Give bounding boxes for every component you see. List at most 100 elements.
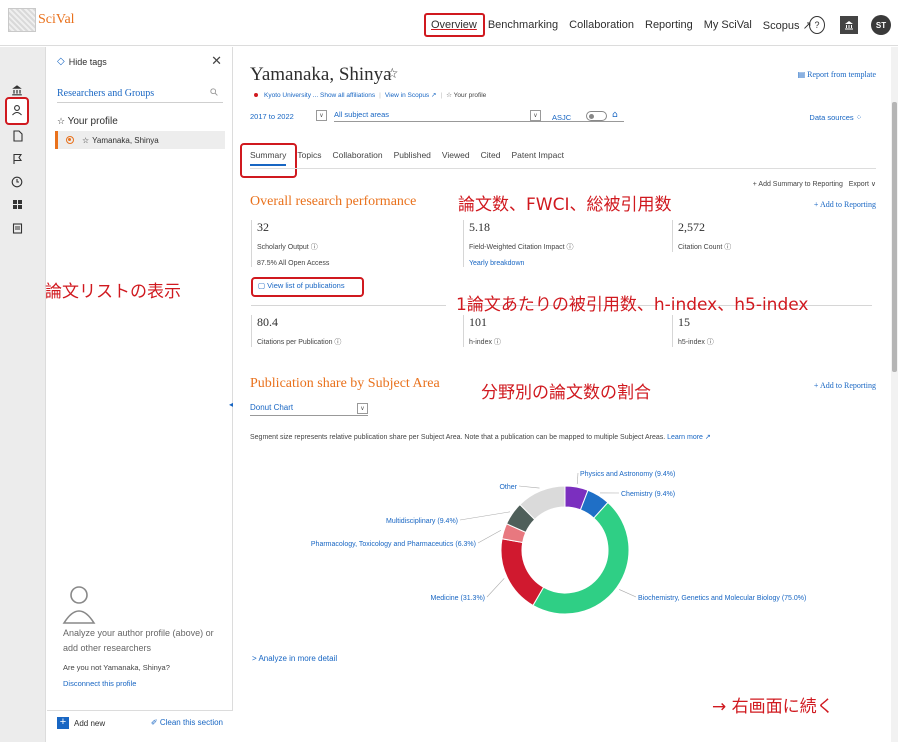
chevron-down-icon[interactable]: ∨ [357, 403, 368, 414]
nav-reporting[interactable]: Reporting [645, 19, 693, 32]
tab-viewed[interactable]: Viewed [442, 150, 470, 166]
tab-cited[interactable]: Cited [481, 150, 501, 166]
scroll-thumb[interactable] [892, 102, 897, 372]
affiliation-link[interactable]: Kyoto University ... Show all affiliatio… [264, 92, 375, 99]
donut-label[interactable]: Physics and Astronomy (9.4%) [580, 471, 675, 478]
year-range-select[interactable]: 2017 to 2022 [250, 112, 294, 121]
clean-section-label: Clean this section [159, 718, 223, 727]
add-new-button[interactable]: + Add new [57, 717, 105, 729]
grid-icon[interactable] [10, 199, 24, 213]
view-list-of-publications-link[interactable]: ▢ View list of publications [258, 281, 345, 290]
data-sources-label: Data sources [809, 113, 854, 122]
nav-my-scival[interactable]: My SciVal [704, 19, 752, 32]
analyze-more-link[interactable]: > Analyze in more detail [252, 654, 337, 663]
close-icon[interactable]: ✕ [211, 53, 222, 69]
subject-area-select[interactable]: All subject areas [334, 110, 624, 122]
affiliation-row: Kyoto University ... Show all affiliatio… [254, 91, 486, 99]
document-icon[interactable] [10, 130, 24, 144]
user-icon[interactable] [10, 104, 24, 118]
avatar[interactable]: ST [871, 15, 891, 35]
donut-segment[interactable] [532, 501, 630, 615]
calendar-icon[interactable] [10, 222, 24, 236]
plus-icon: + [57, 717, 69, 729]
scival-logo[interactable]: SciVal [8, 8, 75, 32]
classification-toggle[interactable] [586, 111, 607, 121]
chevron-down-icon[interactable]: ∨ [316, 110, 327, 121]
nav-collaboration[interactable]: Collaboration [569, 19, 634, 32]
metric-label[interactable]: Citation Count ⓘ [678, 242, 872, 252]
view-list-label: View list of publications [267, 281, 345, 290]
segment-note: Segment size represents relative publica… [250, 433, 711, 441]
nav-benchmarking[interactable]: Benchmarking [488, 19, 558, 32]
donut-leader-line [459, 511, 510, 521]
profile-list-item[interactable]: ☆ Yamanaka, Shinya [55, 131, 225, 149]
metric-label[interactable]: Field-Weighted Citation Impact ⓘ [469, 242, 663, 252]
divider [251, 305, 446, 306]
donut-label[interactable]: Biochemistry, Genetics and Molecular Bio… [638, 595, 806, 602]
donut-label[interactable]: Medicine (31.3%) [431, 595, 485, 602]
add-to-reporting-overall[interactable]: + Add to Reporting [814, 200, 876, 209]
clean-section-button[interactable]: ✐ Clean this section [151, 718, 223, 727]
chart-type-select[interactable]: Donut Chart ∨ [250, 403, 368, 416]
metric-label[interactable]: h5-index ⓘ [678, 337, 872, 347]
add-to-reporting-subject[interactable]: + Add to Reporting [814, 381, 876, 390]
favorite-star-icon[interactable]: ☆ [386, 66, 399, 82]
annotation-list: 論文リストの表示 [45, 282, 181, 302]
add-summary-to-reporting[interactable]: + Add Summary to Reporting [753, 181, 843, 188]
elsevier-logo-icon [8, 8, 36, 32]
institution-icon[interactable] [10, 84, 24, 98]
donut-chart: Physics and Astronomy (9.4%) Chemistry (9… [311, 471, 806, 615]
clock-icon[interactable] [10, 176, 24, 190]
segment-note-text: Segment size represents relative publica… [250, 434, 666, 441]
radio-selected-icon[interactable] [66, 136, 74, 144]
annotation-per-paper: 1論文あたりの被引用数、h-index、h5-index [456, 295, 809, 315]
report-from-template-link[interactable]: ▤ Report from template [798, 70, 876, 79]
donut-label[interactable]: Pharmacology, Toxicology and Pharmaceuti… [311, 541, 476, 548]
search-icon[interactable] [210, 88, 218, 98]
tab-topics[interactable]: Topics [297, 150, 321, 166]
tab-published[interactable]: Published [394, 150, 431, 166]
annotation-continue: → 右画面に続く [712, 697, 834, 717]
metric-label[interactable]: Scholarly Output ⓘ [257, 242, 451, 252]
export-button[interactable]: Export ∨ [849, 181, 876, 188]
view-in-scopus-link[interactable]: View in Scopus ↗ [385, 92, 437, 99]
help-icon[interactable]: ? [809, 16, 825, 34]
top-bar: SciVal Overview Benchmarking Collaborati… [0, 0, 898, 46]
donut-label[interactable]: Other [499, 484, 517, 491]
flag-icon[interactable] [10, 153, 24, 167]
yearly-breakdown-link[interactable]: Yearly breakdown [469, 260, 663, 267]
institution-icon[interactable]: ⌂ [612, 110, 618, 120]
metric-fwci: 5.18 Field-Weighted Citation Impact ⓘ Ye… [463, 220, 663, 267]
section-title-subject-share: Publication share by Subject Area [250, 376, 440, 391]
analyze-more-label: Analyze in more detail [258, 654, 338, 663]
nav-scopus[interactable]: Scopus ↗ [763, 19, 812, 32]
donut-leader-line [486, 578, 505, 598]
analyze-hint: Analyze your author profile (above) or a… [63, 628, 214, 653]
donut-label[interactable]: Multidisciplinary (9.4%) [386, 518, 458, 525]
institution-icon[interactable] [840, 16, 858, 34]
collapse-panel-icon[interactable]: ◂ [229, 400, 233, 409]
learn-more-link[interactable]: Learn more ↗ [667, 434, 711, 441]
donut-label[interactable]: Chemistry (9.4%) [621, 491, 675, 498]
annotation-overall: 論文数、FWCI、総被引用数 [458, 195, 672, 215]
metric-label[interactable]: h-index ⓘ [469, 337, 663, 347]
tab-patent-impact[interactable]: Patent Impact [511, 150, 563, 166]
overview-highlight [424, 13, 485, 37]
subject-area-value: All subject areas [334, 110, 390, 119]
page-title: Yamanaka, Shinya [250, 64, 392, 85]
disconnect-link[interactable]: Disconnect this profile [63, 679, 136, 688]
donut-leader-line [518, 485, 540, 489]
data-sources-link[interactable]: Data sources ⁘ [809, 113, 862, 122]
logo-text: SciVal [38, 12, 75, 27]
donut-segment[interactable] [500, 538, 545, 607]
chevron-down-icon[interactable]: ∨ [530, 110, 541, 121]
loading-icon: ⁘ [855, 113, 862, 122]
tab-collaboration[interactable]: Collaboration [332, 150, 382, 166]
hide-tags-button[interactable]: ◇ Hide tags [57, 56, 107, 67]
researchers-groups-label[interactable]: Researchers and Groups [57, 88, 154, 99]
broom-icon: ✐ [150, 718, 160, 727]
metric-label[interactable]: Citations per Publication ⓘ [257, 337, 451, 347]
metric-h5-index: 15 h5-index ⓘ [672, 315, 872, 347]
tab-divider [250, 168, 876, 169]
open-access-text: 87.5% All Open Access [257, 260, 330, 267]
